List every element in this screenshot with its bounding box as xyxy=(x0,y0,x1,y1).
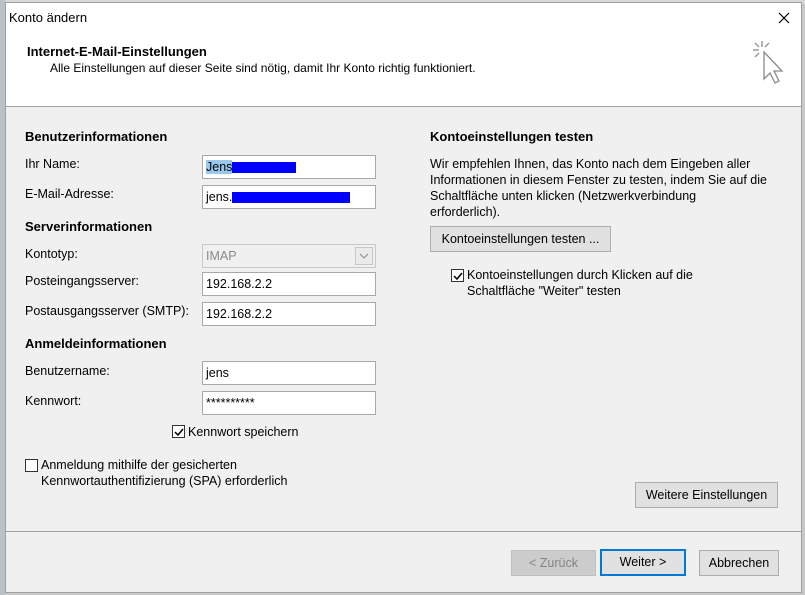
incoming-server-field[interactable]: 192.168.2.2 xyxy=(202,272,376,296)
auto-test-label-line2: Schaltfläche "Weiter" testen xyxy=(467,284,621,298)
user-info-section-title: Benutzerinformationen xyxy=(25,129,168,144)
save-password-checkbox[interactable] xyxy=(172,425,185,438)
server-info-section-title: Serverinformationen xyxy=(25,219,153,234)
spa-label-line1: Anmeldung mithilfe der gesicherten xyxy=(41,458,237,472)
outgoing-server-field[interactable]: 192.168.2.2 xyxy=(202,302,376,326)
outgoing-server-label: Postausgangsserver (SMTP): xyxy=(25,304,189,318)
cancel-button[interactable]: Abbrechen xyxy=(699,550,779,576)
test-account-button[interactable]: Kontoeinstellungen testen ... xyxy=(430,226,611,252)
name-field[interactable]: Jens xyxy=(202,155,376,179)
password-value: ********** xyxy=(206,396,255,410)
outgoing-server-value: 192.168.2.2 xyxy=(206,307,273,321)
description-line: Schaltfläche unten klicken (Netzwerkverb… xyxy=(430,189,697,203)
name-label: Ihr Name: xyxy=(25,157,80,171)
checkmark-icon xyxy=(174,428,184,437)
close-button[interactable] xyxy=(773,7,795,29)
name-value: Jens xyxy=(206,160,233,174)
header-subtitle: Alle Einstellungen auf dieser Seite sind… xyxy=(50,61,476,75)
login-info-section-title: Anmeldeinformationen xyxy=(25,336,167,351)
incoming-server-label: Posteingangsserver: xyxy=(25,274,139,288)
account-type-label: Kontotyp: xyxy=(25,247,78,261)
test-settings-section-title: Kontoeinstellungen testen xyxy=(430,129,594,144)
email-value: jens. xyxy=(206,190,233,204)
email-label: E-Mail-Adresse: xyxy=(25,187,114,201)
back-button: < Zurück xyxy=(511,550,596,576)
account-type-value: IMAP xyxy=(206,249,237,263)
email-field[interactable]: jens. xyxy=(202,185,376,209)
auto-test-label-line1: Kontoeinstellungen durch Klicken auf die xyxy=(467,268,693,282)
description-line: erforderlich). xyxy=(430,205,501,219)
dialog-header: Internet-E-Mail-Einstellungen Alle Einst… xyxy=(6,33,801,107)
window-title: Konto ändern xyxy=(9,10,88,25)
description-line: Wir empfehlen Ihnen, das Konto nach dem … xyxy=(430,157,751,171)
more-settings-button[interactable]: Weitere Einstellungen xyxy=(635,482,778,508)
close-icon xyxy=(778,12,790,24)
cursor-click-icon xyxy=(751,39,785,88)
description-line: Informationen in diesem Fenster zu teste… xyxy=(430,173,767,187)
username-field[interactable]: jens xyxy=(202,361,376,385)
title-bar: Konto ändern xyxy=(6,3,801,33)
password-label: Kennwort: xyxy=(25,394,82,408)
redaction-block xyxy=(232,162,297,174)
test-settings-description: Wir empfehlen Ihnen, das Konto nach dem … xyxy=(430,156,767,220)
username-label: Benutzername: xyxy=(25,364,110,378)
account-type-select: IMAP xyxy=(202,244,376,268)
auto-test-checkbox[interactable] xyxy=(451,269,464,282)
password-field[interactable]: ********** xyxy=(202,391,376,415)
chevron-down-icon xyxy=(355,247,373,265)
account-settings-dialog: Konto ändern Internet-E-Mail-Einstellung… xyxy=(5,2,802,593)
header-title: Internet-E-Mail-Einstellungen xyxy=(27,44,207,59)
auto-test-label[interactable]: Kontoeinstellungen durch Klicken auf die… xyxy=(467,267,693,299)
username-value: jens xyxy=(206,366,229,380)
spa-label[interactable]: Anmeldung mithilfe der gesicherten Kennw… xyxy=(41,457,287,489)
spa-label-line2: Kennwortauthentifizierung (SPA) erforder… xyxy=(41,474,288,488)
footer-separator xyxy=(6,531,801,532)
spa-checkbox[interactable] xyxy=(25,459,38,472)
incoming-server-value: 192.168.2.2 xyxy=(206,277,273,291)
next-button[interactable]: Weiter > xyxy=(600,549,686,576)
checkmark-icon xyxy=(453,272,463,281)
save-password-label[interactable]: Kennwort speichern xyxy=(188,425,298,439)
redaction-block xyxy=(232,192,351,204)
